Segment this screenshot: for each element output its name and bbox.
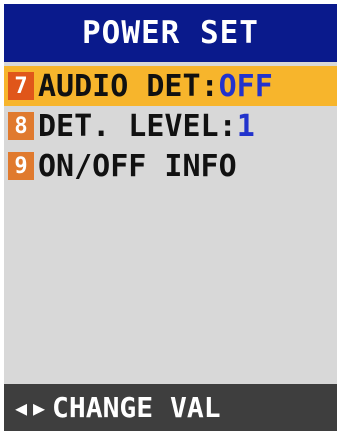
menu-item-value[interactable]: OFF <box>219 69 273 104</box>
menu-item-number-badge: 8 <box>8 112 34 140</box>
menu-item-number-badge: 9 <box>8 152 34 180</box>
menu-title: POWER SET <box>82 15 259 51</box>
left-arrow-icon: ◀ <box>14 395 28 420</box>
right-arrow-icon: ▶ <box>32 395 46 420</box>
status-hint-text: CHANGE VAL <box>52 391 221 424</box>
device-frame: POWER SET 7 AUDIO DET: OFF 8 DET. LEVEL:1… <box>0 0 343 435</box>
status-bar: ◀ ▶ CHANGE VAL <box>4 384 337 431</box>
menu-item-audio-det[interactable]: 7 AUDIO DET: OFF <box>4 66 337 106</box>
menu-item-on-off-info[interactable]: 9 ON/OFF INFO <box>4 146 337 186</box>
menu-item-separator: : <box>218 108 237 144</box>
menu-item-label: AUDIO DET <box>38 68 201 104</box>
menu-item-det-level[interactable]: 8 DET. LEVEL:1 <box>4 106 337 146</box>
menu-screen: POWER SET 7 AUDIO DET: OFF 8 DET. LEVEL:1… <box>4 4 337 431</box>
menu-item-value[interactable]: 1 <box>237 109 255 144</box>
menu-item-number-badge: 7 <box>8 72 34 100</box>
menu-title-bar: POWER SET <box>4 4 337 62</box>
menu-item-label: ON/OFF INFO <box>38 148 237 184</box>
menu-item-label: DET. LEVEL <box>38 108 219 144</box>
menu-item-separator: : <box>200 68 219 104</box>
